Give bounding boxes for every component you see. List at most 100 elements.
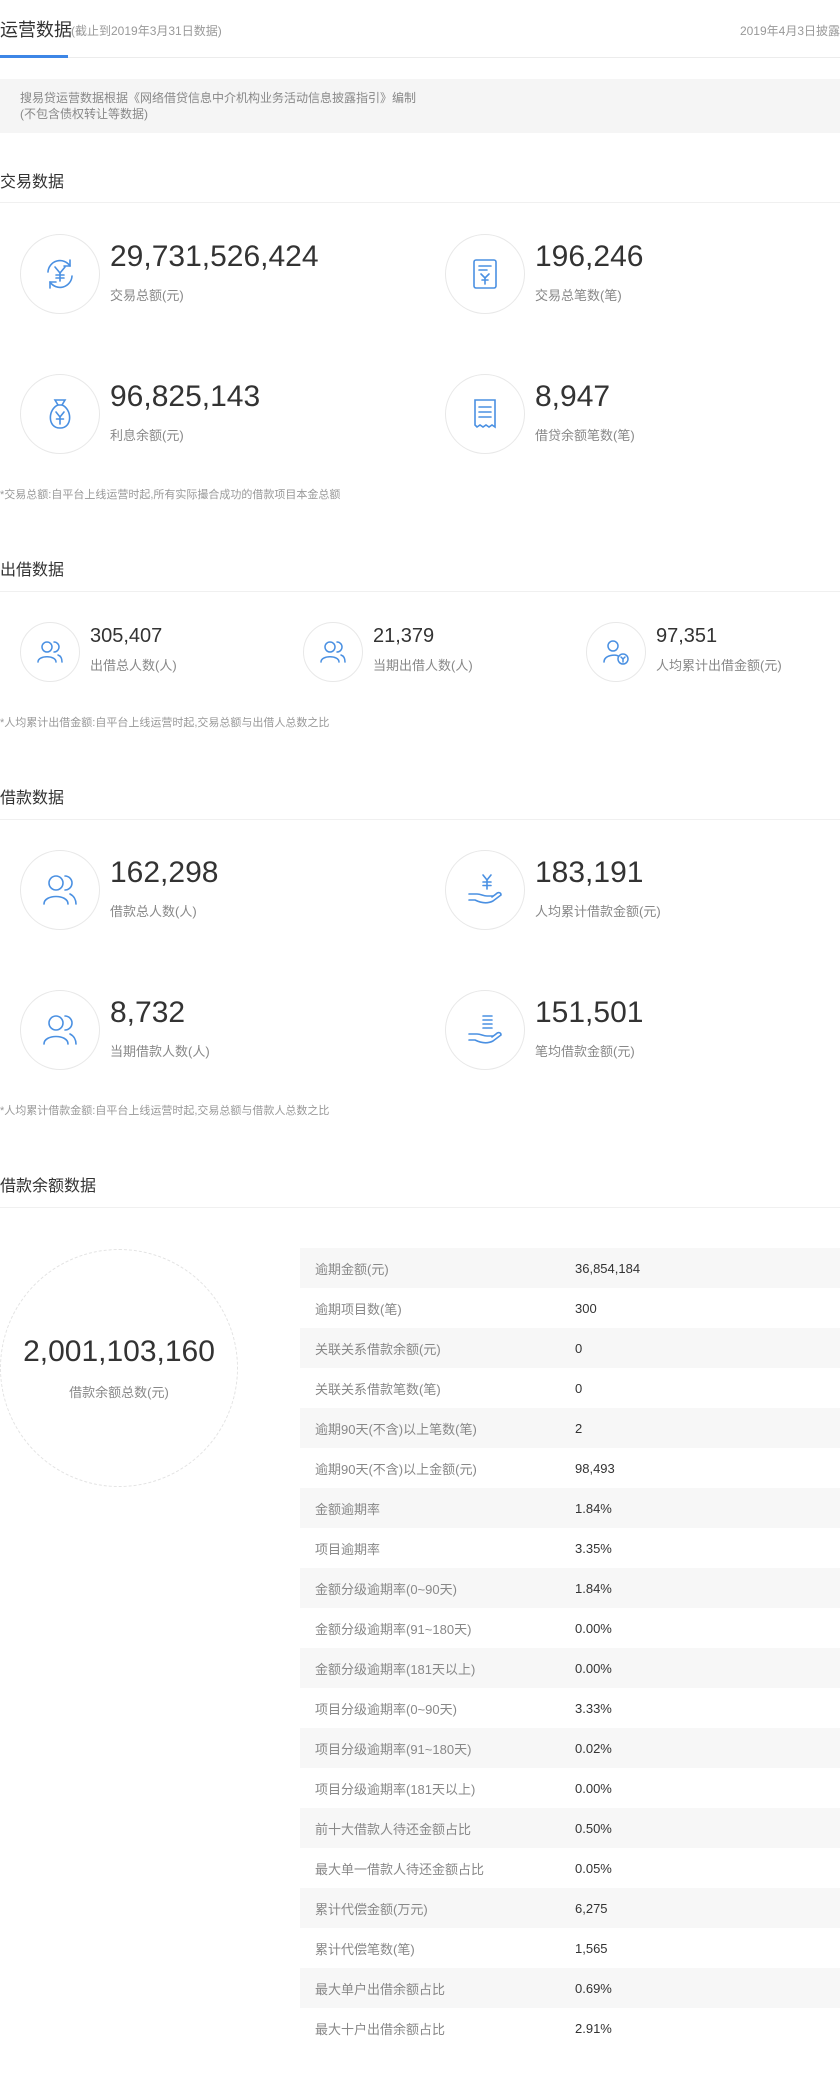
section-divider bbox=[0, 591, 840, 592]
current-borrowers-label: 当期借款人数(人) bbox=[110, 1044, 210, 1059]
page-header: 运营数据 (截止到2019年3月31日数据) 2019年4月3日披露 bbox=[0, 0, 840, 58]
metric-label: 前十大借款人待还金额占比 bbox=[315, 1821, 472, 1837]
section-title-lend: 出借数据 bbox=[0, 562, 65, 579]
metric-label: 项目分级逾期率(91~180天) bbox=[315, 1741, 472, 1757]
compilation-notice: 搜易贷运营数据根据《网络借贷信息中介机构业务活动信息披露指引》编制 (不包含债权… bbox=[0, 79, 840, 133]
avg-borrow-amount-label: 人均累计借款金额(元) bbox=[535, 904, 661, 919]
metric-value: 0.05% bbox=[575, 1860, 612, 1876]
lender-total-value: 305,407 bbox=[90, 625, 163, 647]
metric-value: 1.84% bbox=[575, 1500, 612, 1516]
metric-label: 最大单户出借余额占比 bbox=[315, 1981, 446, 1997]
current-borrowers-value: 8,732 bbox=[110, 996, 186, 1029]
section-divider bbox=[0, 1207, 840, 1208]
disclose-date: 2019年4月3日披露 bbox=[739, 24, 840, 38]
metric-label: 最大单一借款人待还金额占比 bbox=[315, 1861, 485, 1877]
metric-value: 1,565 bbox=[575, 1940, 608, 1956]
metric-value: 0.00% bbox=[575, 1620, 612, 1636]
borrower-total-label: 借款总人数(人) bbox=[110, 904, 197, 919]
table-row: 项目分级逾期率(91~180天) 0.02% bbox=[300, 1728, 840, 1768]
table-row: 关联关系借款余额(元) 0 bbox=[300, 1328, 840, 1368]
interest-balance-value: 96,825,143 bbox=[110, 380, 261, 413]
metric-label: 逾期90天(不含)以上笔数(笔) bbox=[315, 1421, 477, 1437]
metric-label: 累计代偿笔数(笔) bbox=[315, 1941, 415, 1957]
metric-value: 98,493 bbox=[575, 1460, 615, 1476]
lend-footnote: *人均累计出借金额:自平台上线运营时起,交易总额与出借人总数之比 bbox=[0, 717, 330, 729]
loan-balance-count-value: 8,947 bbox=[535, 380, 611, 413]
metric-label: 累计代偿金额(万元) bbox=[315, 1901, 428, 1917]
table-row: 最大单户出借余额占比 0.69% bbox=[300, 1968, 840, 2008]
section-title-balance: 借款余额数据 bbox=[0, 1178, 97, 1195]
metric-label: 最大十户出借余额占比 bbox=[315, 2021, 446, 2037]
avg-loan-amount-value: 151,501 bbox=[535, 996, 644, 1029]
metric-label: 项目逾期率 bbox=[315, 1541, 381, 1557]
metric-label: 项目分级逾期率(181天以上) bbox=[315, 1781, 476, 1797]
hand-yuan-icon bbox=[445, 850, 525, 930]
current-lenders-label: 当期出借人数(人) bbox=[373, 658, 473, 673]
metric-value: 36,854,184 bbox=[575, 1260, 641, 1276]
metric-label: 金额逾期率 bbox=[315, 1501, 381, 1517]
metric-label: 项目分级逾期率(0~90天) bbox=[315, 1701, 457, 1717]
notice-line-2: (不包含债权转让等数据) bbox=[20, 107, 148, 121]
tab-operations-data[interactable]: 运营数据 bbox=[0, 16, 72, 42]
table-row: 最大单一借款人待还金额占比 0.05% bbox=[300, 1848, 840, 1888]
section-title-borrow: 借款数据 bbox=[0, 790, 65, 807]
metric-value: 0.69% bbox=[575, 1980, 612, 1996]
metric-label: 关联关系借款笔数(笔) bbox=[315, 1381, 441, 1397]
avg-lend-amount-value: 97,351 bbox=[656, 625, 718, 647]
section-divider bbox=[0, 819, 840, 820]
balance-total-value: 2,001,103,160 bbox=[23, 1335, 215, 1368]
metric-label: 逾期项目数(笔) bbox=[315, 1301, 402, 1317]
users-icon bbox=[20, 990, 100, 1070]
metric-value: 300 bbox=[575, 1300, 597, 1316]
metric-value: 2 bbox=[575, 1420, 583, 1436]
metric-value: 0.02% bbox=[575, 1740, 612, 1756]
table-row: 关联关系借款笔数(笔) 0 bbox=[300, 1368, 840, 1408]
table-row: 逾期金额(元) 36,854,184 bbox=[300, 1248, 840, 1288]
trade-total-label: 交易总额(元) bbox=[110, 288, 184, 303]
metric-value: 0.00% bbox=[575, 1780, 612, 1796]
trade-footnote: *交易总额:自平台上线运营时起,所有实际撮合成功的借款项目本金总额 bbox=[0, 489, 341, 501]
table-row: 最大十户出借余额占比 2.91% bbox=[300, 2008, 840, 2048]
table-row: 项目逾期率 3.35% bbox=[300, 1528, 840, 1568]
table-row: 累计代偿笔数(笔) 1,565 bbox=[300, 1928, 840, 1968]
users-icon bbox=[303, 622, 363, 682]
trade-count-value: 196,246 bbox=[535, 240, 644, 273]
section-title-trade: 交易数据 bbox=[0, 174, 65, 191]
metric-value: 2.91% bbox=[575, 2020, 612, 2036]
document-yuan-icon bbox=[445, 234, 525, 314]
table-row: 前十大借款人待还金额占比 0.50% bbox=[300, 1808, 840, 1848]
exchange-yuan-icon bbox=[20, 234, 100, 314]
table-row: 逾期90天(不含)以上笔数(笔) 2 bbox=[300, 1408, 840, 1448]
users-icon bbox=[20, 850, 100, 930]
metric-value: 0 bbox=[575, 1380, 583, 1396]
table-row: 金额分级逾期率(181天以上) 0.00% bbox=[300, 1648, 840, 1688]
avg-lend-amount-label: 人均累计出借金额(元) bbox=[656, 658, 782, 673]
table-row: 项目分级逾期率(0~90天) 3.33% bbox=[300, 1688, 840, 1728]
table-row: 项目分级逾期率(181天以上) 0.00% bbox=[300, 1768, 840, 1808]
metric-label: 金额分级逾期率(91~180天) bbox=[315, 1621, 472, 1637]
lender-total-label: 出借总人数(人) bbox=[90, 658, 177, 673]
avg-loan-amount-label: 笔均借款金额(元) bbox=[535, 1044, 635, 1059]
metric-value: 3.35% bbox=[575, 1540, 612, 1556]
metric-value: 0.50% bbox=[575, 1820, 612, 1836]
loan-balance-count-label: 借贷余额笔数(笔) bbox=[535, 428, 635, 443]
active-tab-indicator bbox=[0, 55, 68, 58]
user-yuan-icon bbox=[586, 622, 646, 682]
trade-total-value: 29,731,526,424 bbox=[110, 240, 319, 273]
metric-label: 关联关系借款余额(元) bbox=[315, 1341, 441, 1357]
borrower-total-value: 162,298 bbox=[110, 856, 219, 889]
metric-label: 逾期金额(元) bbox=[315, 1261, 389, 1277]
receipt-icon bbox=[445, 374, 525, 454]
interest-balance-label: 利息余额(元) bbox=[110, 428, 184, 443]
notice-line-1: 搜易贷运营数据根据《网络借贷信息中介机构业务活动信息披露指引》编制 bbox=[20, 91, 417, 105]
table-row: 逾期90天(不含)以上金额(元) 98,493 bbox=[300, 1448, 840, 1488]
metric-label: 逾期90天(不含)以上金额(元) bbox=[315, 1461, 477, 1477]
table-row: 逾期项目数(笔) 300 bbox=[300, 1288, 840, 1328]
metric-value: 3.33% bbox=[575, 1700, 612, 1716]
table-row: 金额逾期率 1.84% bbox=[300, 1488, 840, 1528]
metric-value: 6,275 bbox=[575, 1900, 608, 1916]
table-row: 金额分级逾期率(0~90天) 1.84% bbox=[300, 1568, 840, 1608]
metric-label: 金额分级逾期率(0~90天) bbox=[315, 1581, 457, 1597]
section-divider bbox=[0, 202, 840, 203]
metric-label: 金额分级逾期率(181天以上) bbox=[315, 1661, 476, 1677]
